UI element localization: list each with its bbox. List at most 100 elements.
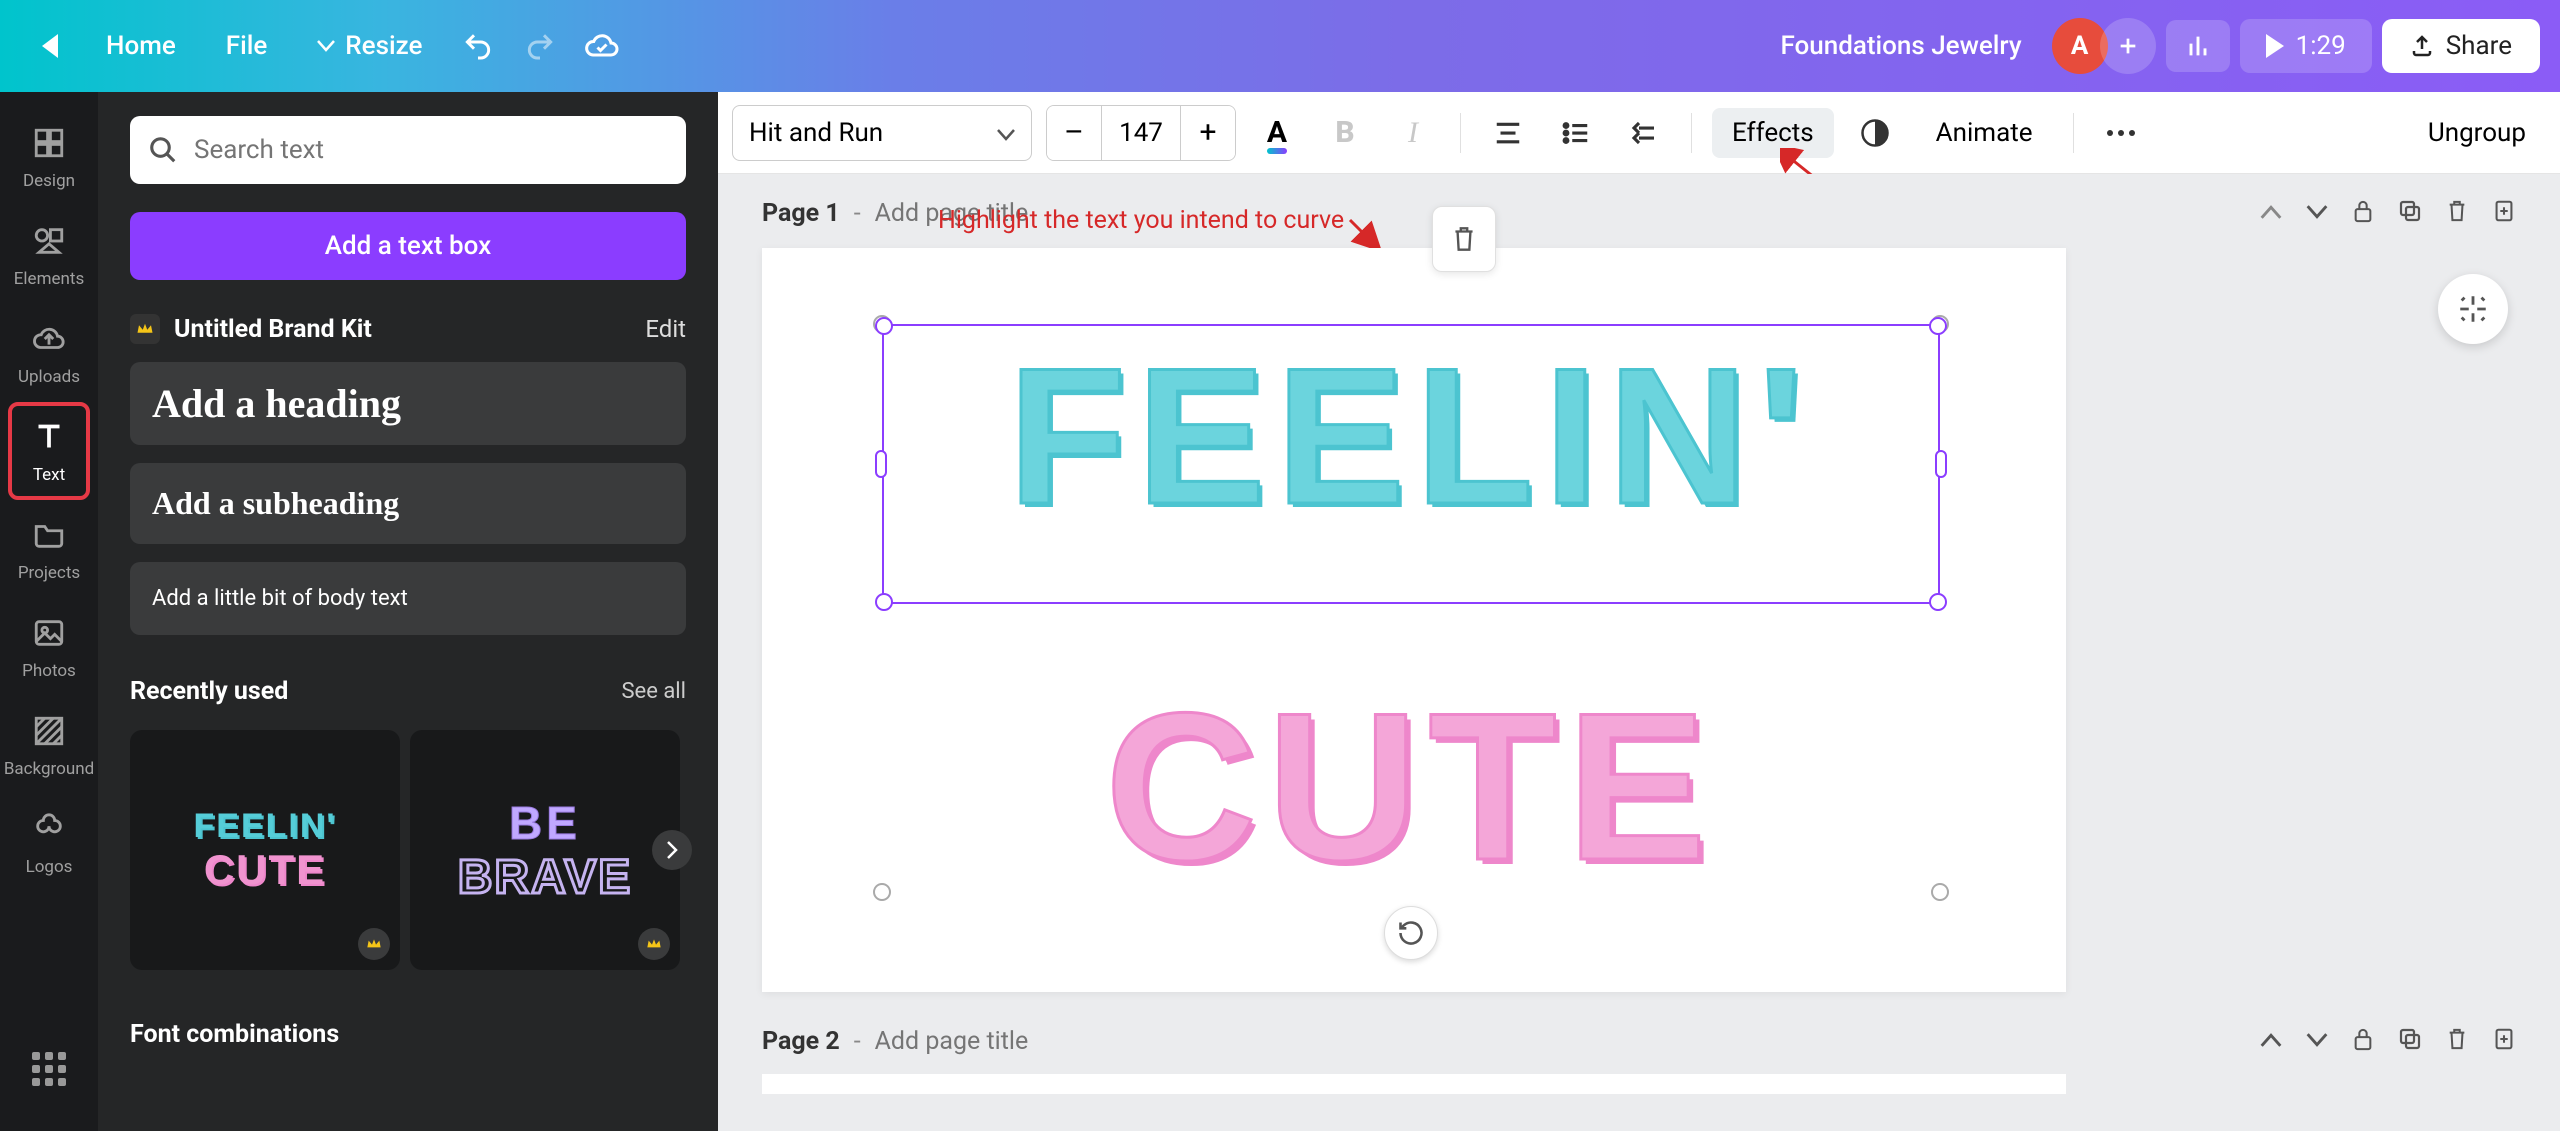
more-button[interactable]	[2094, 106, 2148, 160]
effects-button[interactable]: Effects	[1712, 108, 1834, 158]
rail-background[interactable]: Background	[10, 698, 88, 792]
undo-button[interactable]	[448, 16, 508, 76]
chevron-down-icon	[317, 40, 335, 52]
spacing-icon	[1629, 118, 1659, 148]
text-cute[interactable]: CUTE	[1105, 682, 1717, 892]
resize-handle-ml[interactable]	[875, 450, 887, 478]
page-lock-button[interactable]	[2352, 198, 2374, 228]
add-text-box-button[interactable]: Add a text box	[130, 212, 686, 280]
search-input[interactable]	[178, 135, 668, 165]
trash-icon	[1451, 224, 1477, 254]
rail-uploads[interactable]: Uploads	[10, 306, 88, 400]
page-delete-button[interactable]	[2446, 198, 2468, 228]
add-member-button[interactable]	[2100, 18, 2156, 74]
page-number: Page 1	[762, 199, 840, 228]
page1-canvas[interactable]: FEELIN' CUTE	[762, 248, 2066, 992]
chevron-left-icon	[42, 34, 58, 58]
transparency-button[interactable]	[1848, 106, 1902, 160]
annotation-highlight-text: Highlight the text you intend to curve	[938, 206, 1344, 235]
home-button[interactable]: Home	[82, 17, 200, 75]
upload-icon	[2410, 34, 2434, 58]
thumb-feelin-cute[interactable]: FEELIN' CUTE	[130, 730, 400, 970]
premium-badge-icon	[358, 928, 390, 960]
thumbs-next-button[interactable]	[652, 830, 692, 870]
page-number: Page 2	[762, 1027, 840, 1056]
selection-box[interactable]	[882, 324, 1940, 604]
list-button[interactable]	[1549, 106, 1603, 160]
page-actions	[2260, 1026, 2516, 1056]
undo-icon	[462, 30, 494, 62]
resize-button[interactable]: Resize	[293, 17, 446, 75]
font-size-decrease[interactable]: –	[1047, 106, 1101, 160]
spacing-button[interactable]	[1617, 106, 1671, 160]
thumb-text: BE	[458, 796, 632, 850]
page-down-button[interactable]	[2306, 1032, 2328, 1051]
thumb-text: CUTE	[194, 846, 337, 894]
group-handle-br[interactable]	[1931, 883, 1949, 901]
resize-handle-br[interactable]	[1929, 593, 1947, 611]
page-lock-button[interactable]	[2352, 1026, 2374, 1056]
rail-photos[interactable]: Photos	[10, 600, 88, 694]
page-add-button[interactable]	[2492, 198, 2516, 228]
separator	[1460, 113, 1461, 153]
rail-apps[interactable]	[10, 1037, 88, 1131]
search-text-field[interactable]	[130, 116, 686, 184]
page-duplicate-button[interactable]	[2398, 1027, 2422, 1055]
selection-group[interactable]: FEELIN' CUTE	[882, 324, 1940, 892]
resize-handle-tr[interactable]	[1929, 317, 1947, 335]
font-family-dropdown[interactable]: Hit and Run	[732, 105, 1032, 161]
top-bar: Home File Resize Foundations Jewelry A 1…	[0, 0, 2560, 92]
page-up-button[interactable]	[2260, 1032, 2282, 1051]
thumb-be-brave[interactable]: BE BRAVE	[410, 730, 680, 970]
page-dash: -	[854, 199, 861, 228]
delete-element-button[interactable]	[1432, 206, 1496, 272]
rail-design[interactable]: Design	[10, 110, 88, 204]
rail-projects[interactable]: Projects	[10, 502, 88, 596]
insights-button[interactable]	[2166, 20, 2230, 72]
group-handle-bl[interactable]	[873, 883, 891, 901]
share-button[interactable]: Share	[2382, 19, 2540, 73]
bold-button[interactable]: B	[1318, 106, 1372, 160]
background-icon	[29, 711, 69, 751]
add-body-text-button[interactable]: Add a little bit of body text	[130, 562, 686, 635]
page-duplicate-button[interactable]	[2398, 199, 2422, 227]
brand-kit-edit[interactable]: Edit	[645, 315, 686, 343]
italic-button[interactable]: I	[1386, 106, 1440, 160]
rail-elements[interactable]: Elements	[10, 208, 88, 302]
page-title-input[interactable]	[875, 1027, 1175, 1056]
add-subheading-button[interactable]: Add a subheading	[130, 463, 686, 544]
file-button[interactable]: File	[202, 17, 292, 75]
brand-kit-label: Untitled Brand Kit	[174, 315, 372, 344]
recently-used-title: Recently used	[130, 677, 288, 706]
back-button[interactable]	[20, 16, 80, 76]
font-size-increase[interactable]: +	[1181, 106, 1235, 160]
page2-canvas[interactable]	[762, 1074, 2066, 1094]
floating-refresh-button[interactable]	[2438, 274, 2508, 344]
page-add-button[interactable]	[2492, 1026, 2516, 1056]
redo-button[interactable]	[510, 16, 570, 76]
rail-label: Photos	[22, 661, 76, 681]
resize-handle-bl[interactable]	[875, 593, 893, 611]
animate-button[interactable]: Animate	[1916, 108, 2053, 158]
present-button[interactable]: 1:29	[2240, 19, 2372, 73]
alignment-button[interactable]	[1481, 106, 1535, 160]
text-color-button[interactable]: A	[1250, 106, 1304, 160]
font-size-input[interactable]	[1101, 106, 1181, 160]
rail-logos[interactable]: Logos	[10, 796, 88, 890]
chevron-down-icon	[997, 118, 1015, 148]
resize-handle-tl[interactable]	[875, 317, 893, 335]
ungroup-button[interactable]: Ungroup	[2408, 108, 2546, 158]
share-label: Share	[2446, 31, 2512, 61]
page-delete-button[interactable]	[2446, 1026, 2468, 1056]
rotate-handle[interactable]	[1384, 906, 1438, 960]
document-title[interactable]: Foundations Jewelry	[1760, 31, 2041, 61]
page-up-button[interactable]	[2260, 204, 2282, 223]
page-down-button[interactable]	[2306, 204, 2328, 223]
side-rail: Design Elements Uploads Text Projects Ph…	[0, 92, 98, 1131]
rail-text[interactable]: Text	[10, 404, 88, 498]
resize-handle-mr[interactable]	[1935, 450, 1947, 478]
add-heading-button[interactable]: Add a heading	[130, 362, 686, 445]
see-all-link[interactable]: See all	[621, 679, 686, 704]
cloud-sync-button[interactable]	[572, 16, 632, 76]
uploads-icon	[29, 319, 69, 359]
